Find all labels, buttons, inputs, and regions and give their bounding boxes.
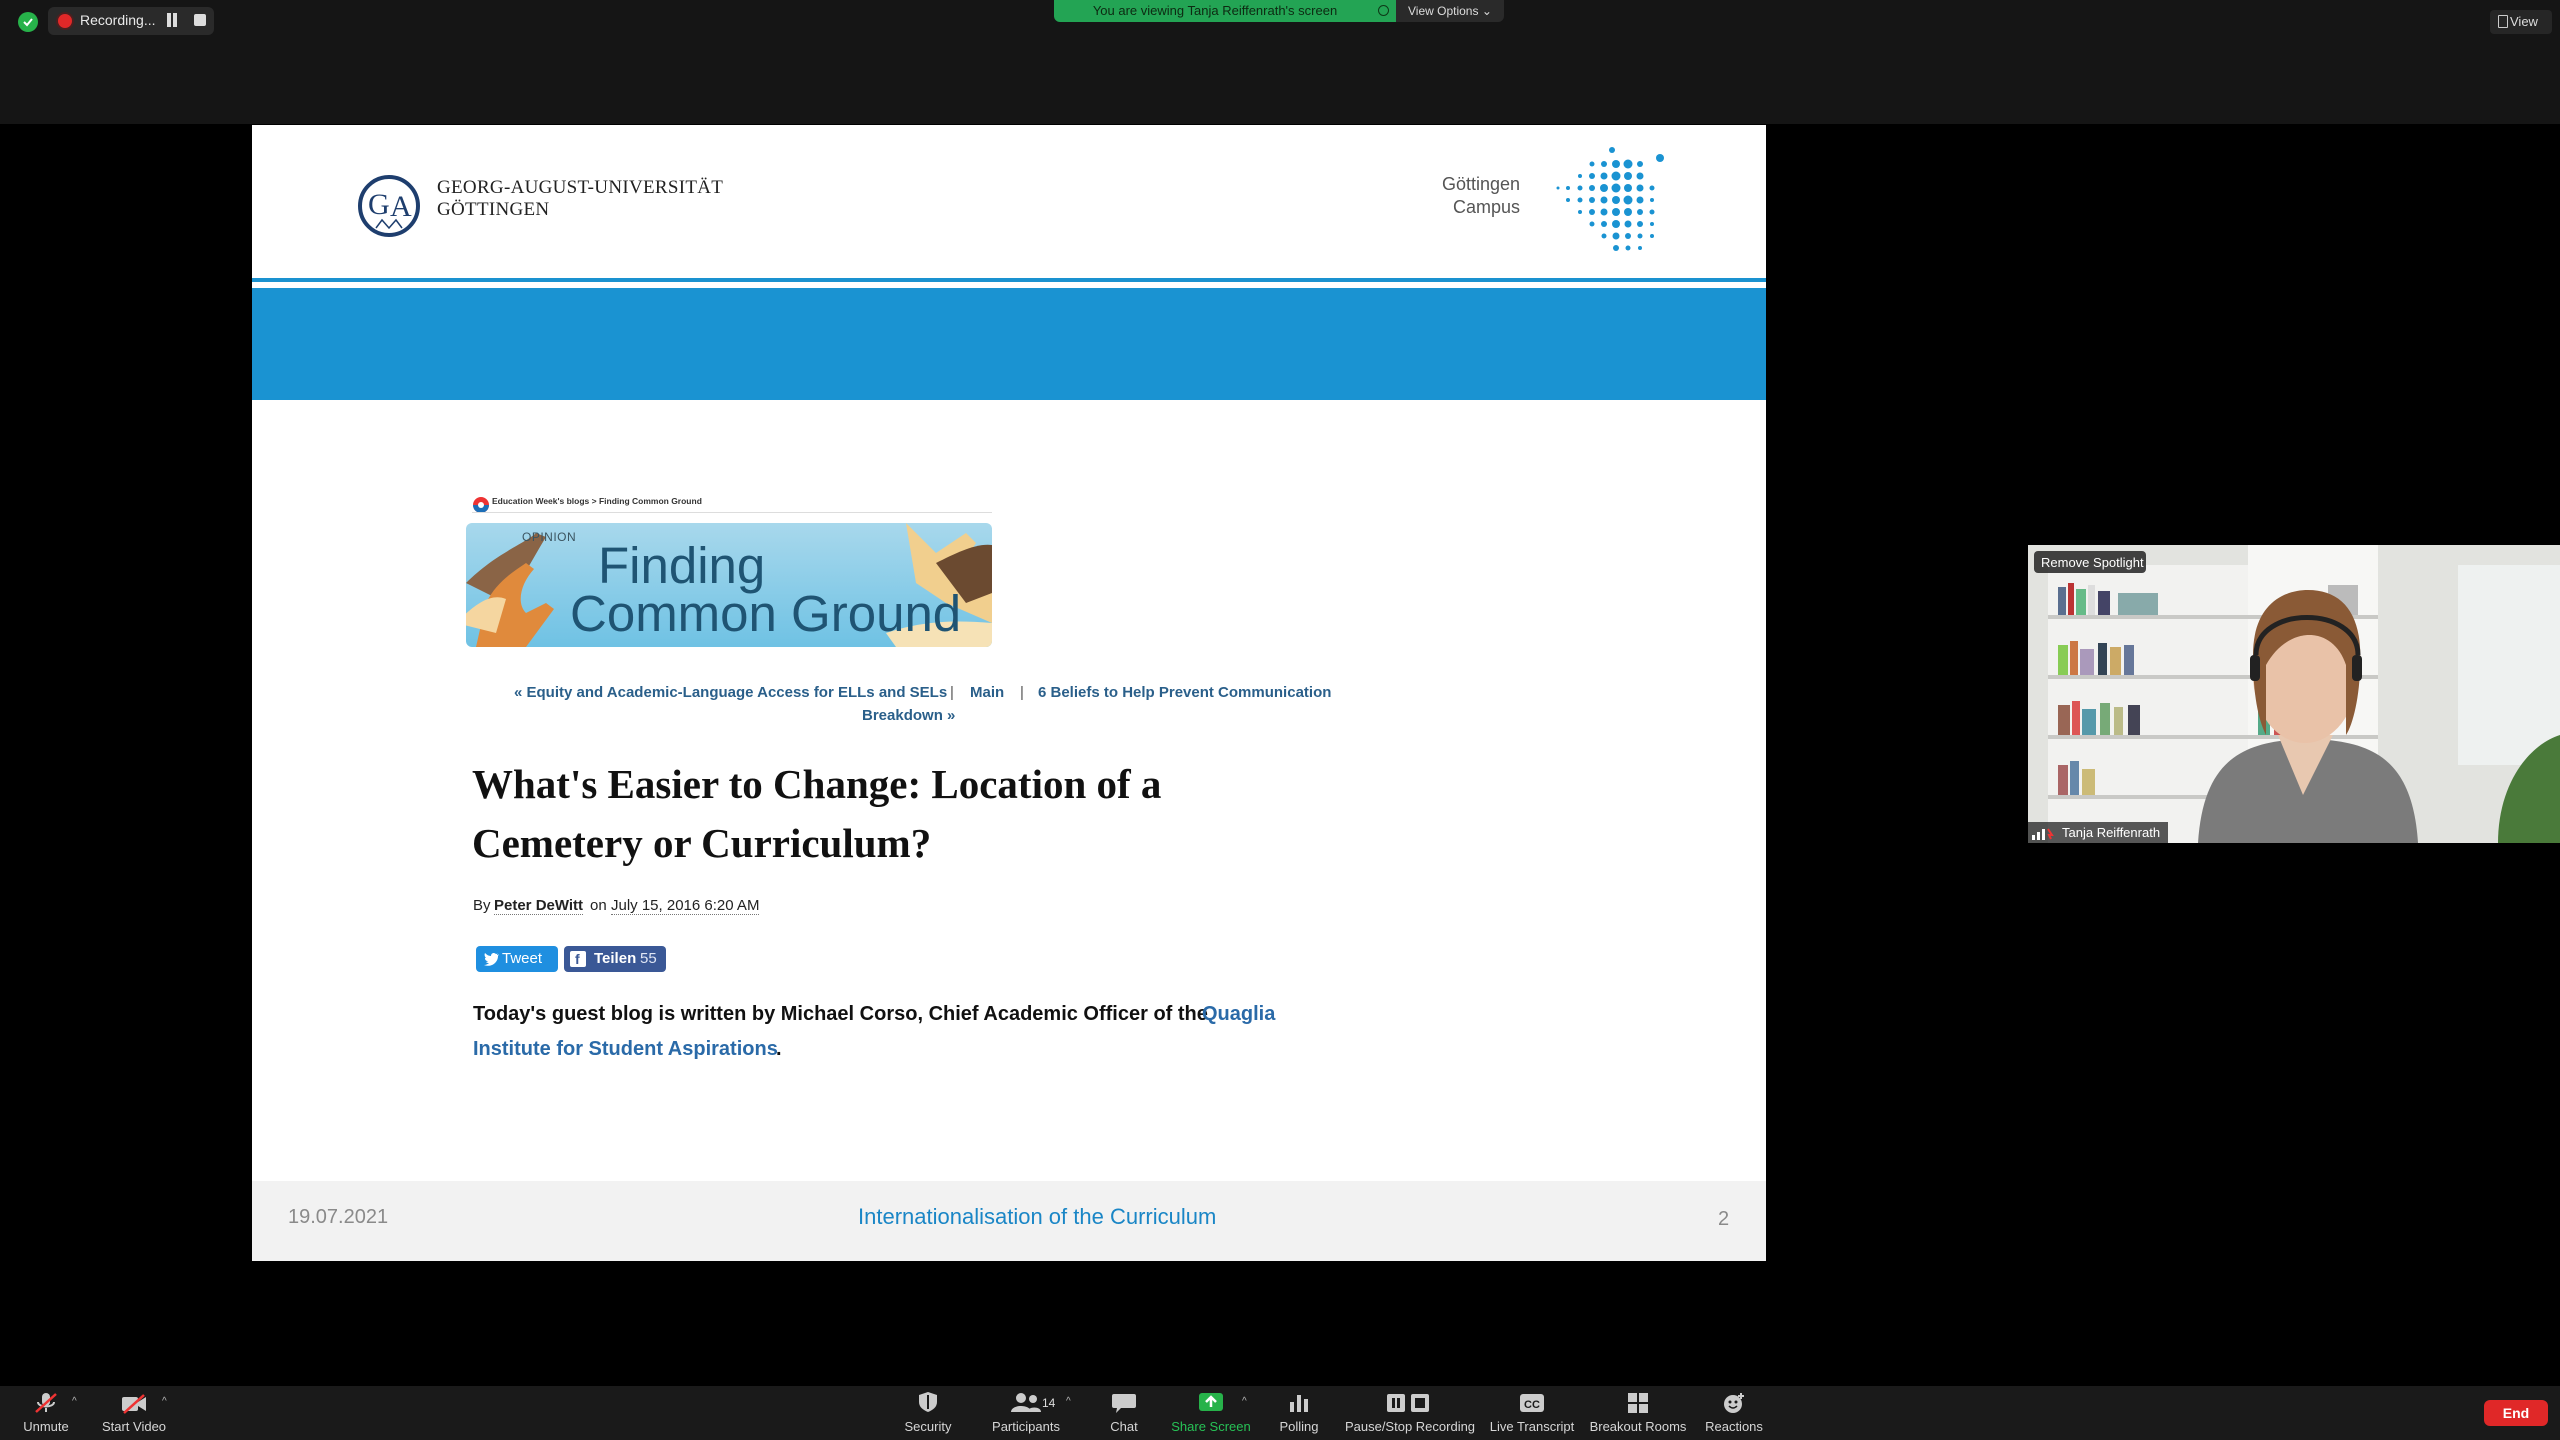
banner-title-line2: Common Ground xyxy=(570,585,962,642)
participants-count: 14 xyxy=(1042,1396,1056,1410)
chevron-down-icon: ⌄ xyxy=(1481,4,1492,18)
svg-text:A: A xyxy=(390,190,412,223)
nav-separator: | xyxy=(950,684,954,701)
article-headline-line2: Cemetery or Curriculum? xyxy=(472,820,932,866)
view-button-label[interactable]: View xyxy=(2510,14,2538,29)
video-camera-off-icon[interactable] xyxy=(121,1393,147,1415)
end-meeting-label[interactable]: End xyxy=(2484,1405,2548,1421)
facebook-icon: f xyxy=(570,951,586,967)
previous-post-link[interactable]: « Equity and Academic-Language Access fo… xyxy=(514,684,947,701)
slide-header-stripe xyxy=(252,278,1766,282)
university-name-line1: GEORG-AUGUST-UNIVERSITÄT xyxy=(437,177,724,198)
participants-options-caret[interactable]: ^ xyxy=(1066,1396,1071,1407)
banner-opinion-tag: OPINION xyxy=(522,530,577,544)
viewing-screen-text: You are viewing Tanja Reiffenrath's scre… xyxy=(1092,3,1338,18)
facebook-share-count: 55 xyxy=(640,950,657,967)
start-video-label[interactable]: Start Video xyxy=(74,1419,194,1434)
slide-footer-date: 19.07.2021 xyxy=(288,1206,389,1228)
security-shield-icon[interactable] xyxy=(915,1391,941,1413)
svg-text:CC: CC xyxy=(1524,1399,1540,1411)
next-post-link-continued[interactable]: Breakdown » xyxy=(862,707,955,724)
twitter-bird-icon xyxy=(484,952,499,966)
chat-bubble-icon[interactable] xyxy=(1111,1392,1137,1414)
breakout-rooms-icon[interactable] xyxy=(1625,1392,1651,1414)
institute-link[interactable]: Quaglia xyxy=(1202,1003,1275,1026)
facebook-share-label[interactable]: Teilen xyxy=(594,950,636,967)
polling-chart-icon[interactable] xyxy=(1286,1392,1312,1414)
recording-label: Recording... xyxy=(80,12,156,28)
participant-name: Tanja Reiffenrath xyxy=(2062,825,2161,840)
publish-date: July 15, 2016 6:20 AM xyxy=(611,897,760,915)
byline-prefix: By xyxy=(473,897,491,914)
next-post-link[interactable]: 6 Beliefs to Help Prevent Communication xyxy=(1038,684,1331,701)
video-frame-icon xyxy=(2028,545,2560,843)
reactions-label[interactable]: Reactions xyxy=(1674,1419,1794,1434)
article-intro-text: Today's guest blog is written by Michael… xyxy=(473,1003,1208,1025)
campus-name-line2: Campus xyxy=(1452,197,1520,217)
intro-period: . xyxy=(776,1038,782,1060)
pause-recording-icon[interactable] xyxy=(166,13,178,27)
status-circle-icon xyxy=(1378,5,1389,16)
svg-text:G: G xyxy=(368,188,390,221)
pause-stop-recording-icon[interactable] xyxy=(1386,1392,1432,1414)
participants-icon[interactable] xyxy=(1010,1392,1042,1414)
slide-footer-title: Internationalisation of the Curriculum xyxy=(858,1204,1217,1229)
audio-options-caret[interactable]: ^ xyxy=(72,1396,77,1407)
view-layout-icon xyxy=(2498,15,2508,28)
author-link[interactable]: Peter DeWitt xyxy=(494,897,584,915)
university-name-line2: GÖTTINGEN xyxy=(437,199,550,220)
slide-page-number: 2 xyxy=(1718,1208,1730,1230)
breadcrumb-divider xyxy=(472,512,992,513)
byline-on: on xyxy=(590,897,607,914)
share-screen-icon[interactable] xyxy=(1198,1392,1224,1414)
share-screen-options-caret[interactable]: ^ xyxy=(1242,1396,1247,1407)
stage-filler xyxy=(1766,125,2018,1261)
slide-blue-band xyxy=(252,288,1766,400)
institute-link-continued[interactable]: Institute for Student Aspirations xyxy=(473,1038,778,1061)
live-transcript-label[interactable]: Live Transcript xyxy=(1472,1419,1592,1434)
remove-spotlight-label[interactable]: Remove Spotlight xyxy=(2041,555,2144,570)
pause-stop-recording-label[interactable]: Pause/Stop Recording xyxy=(1335,1419,1485,1434)
article-headline-line1: What's Easier to Change: Location of a xyxy=(472,761,1162,807)
signal-strength-icon xyxy=(2032,828,2054,840)
stop-recording-icon[interactable] xyxy=(194,14,206,26)
microphone-muted-icon[interactable] xyxy=(33,1392,59,1414)
closed-caption-icon[interactable]: CC xyxy=(1519,1392,1545,1414)
campus-name-line1: Göttingen xyxy=(1441,174,1520,194)
recording-dot-icon xyxy=(58,14,72,28)
participant-video-tile[interactable] xyxy=(2028,545,2560,843)
campus-dots-logo-icon xyxy=(1556,147,1664,251)
tweet-button-label[interactable]: Tweet xyxy=(502,950,542,967)
view-options-label[interactable]: View Options ⌄ xyxy=(1408,4,1492,18)
nav-separator: | xyxy=(1020,684,1024,701)
reactions-smiley-icon[interactable] xyxy=(1721,1392,1747,1414)
university-seal-icon: G A xyxy=(358,175,420,237)
video-options-caret[interactable]: ^ xyxy=(162,1396,167,1407)
main-link[interactable]: Main xyxy=(970,684,1004,701)
article-breadcrumb: Education Week's blogs > Finding Common … xyxy=(492,496,702,506)
security-shield-icon[interactable] xyxy=(18,12,38,32)
